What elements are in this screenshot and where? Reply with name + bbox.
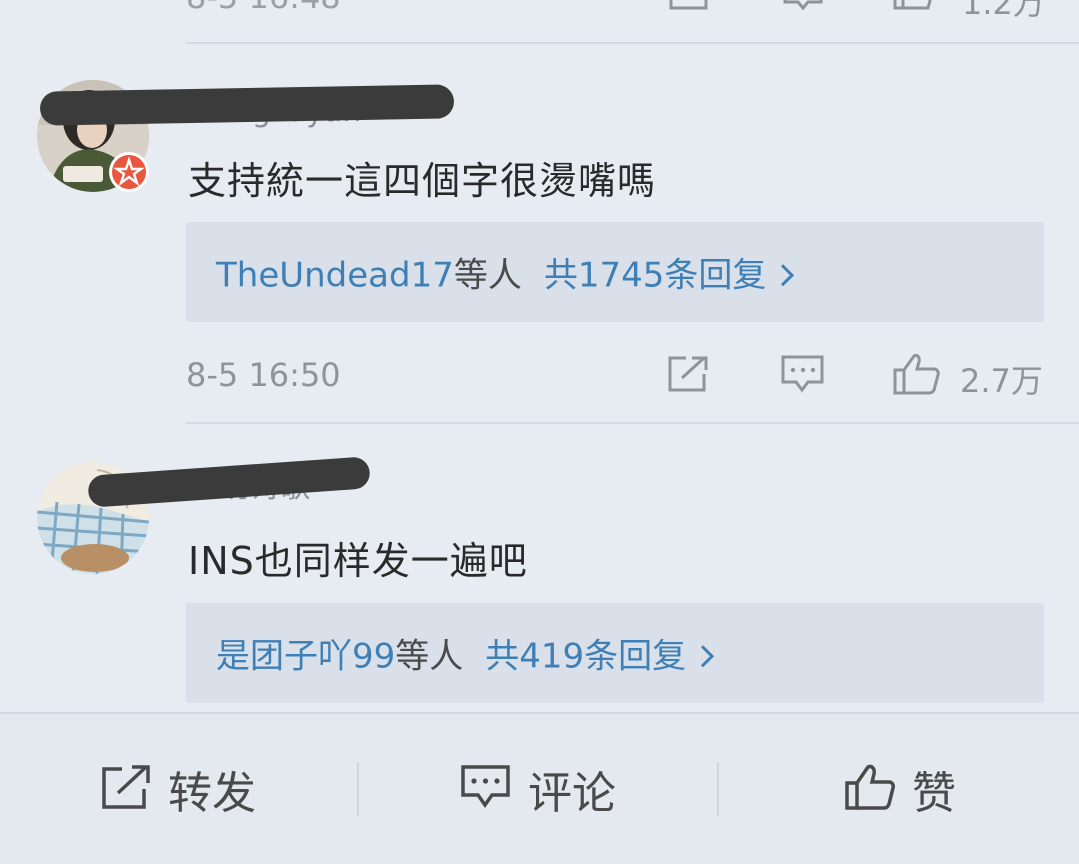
like-label: 赞 <box>912 768 956 819</box>
chevron-right-icon <box>698 638 716 678</box>
like-count: 2.7万 <box>960 362 1043 400</box>
reply-usernames[interactable]: TheUndead17 <box>216 255 454 295</box>
repost-label: 转发 <box>168 768 256 819</box>
comment-time: 8-5 16:50 <box>186 356 341 394</box>
comment-label: 评论 <box>528 768 616 819</box>
reply-suffix: 等人 <box>453 255 522 296</box>
divider <box>186 42 1079 44</box>
comment-button[interactable]: 评论 <box>460 714 616 864</box>
reply-preview[interactable]: TheUndead17等人 共1745条回复 <box>186 222 1044 322</box>
redaction-bar <box>39 84 455 126</box>
reply-usernames[interactable]: 是团子吖99 <box>216 636 395 676</box>
chevron-right-icon <box>778 257 796 297</box>
like-button[interactable]: 赞 <box>844 714 956 864</box>
verified-star-icon <box>108 151 150 197</box>
divider <box>186 422 1079 424</box>
like-icon[interactable] <box>892 0 938 18</box>
bottom-action-bar: 转发 评论 赞 <box>0 712 1079 864</box>
like-icon <box>844 763 896 815</box>
comment-time: 8-5 16:48 <box>186 0 341 16</box>
like-icon[interactable] <box>892 352 942 400</box>
reply-count-link[interactable]: 共1745条回复 <box>544 255 767 295</box>
comment-text: 支持統一這四個字很燙嘴嗎 <box>188 159 657 203</box>
repost-icon[interactable] <box>666 354 710 398</box>
comment-icon[interactable] <box>782 0 824 16</box>
comment-icon[interactable] <box>780 354 826 400</box>
repost-icon <box>100 763 152 815</box>
repost-button[interactable]: 转发 <box>100 714 256 864</box>
reply-preview[interactable]: 是团子吖99等人 共419条回复 <box>186 603 1044 703</box>
comment-icon <box>460 763 512 815</box>
separator <box>717 762 719 816</box>
like-count: 1.2万 <box>962 0 1045 22</box>
separator <box>357 762 359 816</box>
repost-icon[interactable] <box>668 0 710 16</box>
comment-text: INS也同样发一遍吧 <box>188 539 528 583</box>
reply-suffix: 等人 <box>395 636 464 677</box>
reply-count-link[interactable]: 共419条回复 <box>485 636 686 676</box>
